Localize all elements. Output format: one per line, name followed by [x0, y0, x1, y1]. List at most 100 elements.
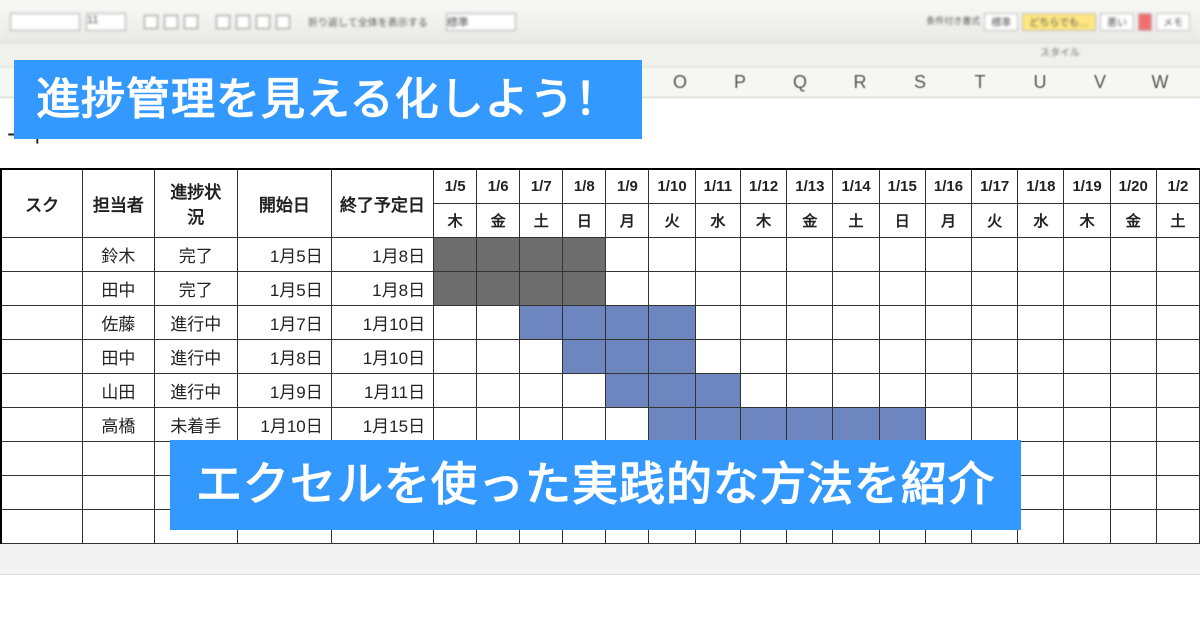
gantt-cell[interactable] — [787, 339, 833, 373]
gantt-cell[interactable] — [649, 373, 695, 407]
gantt-cell[interactable] — [1064, 407, 1110, 441]
cell-start[interactable]: 1月9日 — [237, 373, 331, 407]
gantt-cell[interactable] — [1110, 407, 1156, 441]
cell-status[interactable]: 進行中 — [154, 373, 237, 407]
gantt-cell[interactable] — [434, 339, 477, 373]
gantt-cell[interactable] — [477, 373, 520, 407]
gantt-cell[interactable] — [1064, 305, 1110, 339]
gantt-cell[interactable] — [879, 407, 925, 441]
gantt-cell[interactable] — [1018, 305, 1064, 339]
gantt-cell[interactable] — [879, 339, 925, 373]
style-chip-normal[interactable]: 標準 — [984, 13, 1018, 31]
cell-start[interactable]: 1月5日 — [237, 271, 331, 305]
gantt-cell[interactable] — [787, 271, 833, 305]
gantt-cell[interactable] — [695, 237, 740, 271]
cell-end[interactable]: 1月15日 — [331, 407, 433, 441]
font-size-box[interactable]: 11 — [86, 13, 126, 31]
gantt-cell[interactable] — [925, 305, 971, 339]
gantt-cell[interactable] — [741, 339, 787, 373]
gantt-cell[interactable] — [1064, 373, 1110, 407]
cell-status[interactable]: 完了 — [154, 271, 237, 305]
cell-owner[interactable]: 田中 — [83, 339, 154, 373]
cell-owner[interactable]: 佐藤 — [83, 305, 154, 339]
gantt-cell[interactable] — [833, 271, 879, 305]
gantt-cell[interactable] — [787, 407, 833, 441]
gantt-cell[interactable] — [1156, 373, 1199, 407]
wrap-text-label[interactable]: 折り返して全体を表示する — [308, 14, 428, 29]
cell-end[interactable]: 1月11日 — [331, 373, 433, 407]
gantt-cell[interactable] — [1156, 407, 1199, 441]
gantt-cell[interactable] — [1064, 237, 1110, 271]
gantt-cell[interactable] — [787, 237, 833, 271]
cell-owner[interactable]: 山田 — [83, 373, 154, 407]
gantt-cell[interactable] — [1110, 271, 1156, 305]
cell-end[interactable]: 1月8日 — [331, 237, 433, 271]
gantt-cell[interactable] — [833, 305, 879, 339]
gantt-cell[interactable] — [649, 339, 695, 373]
cell-start[interactable]: 1月5日 — [237, 237, 331, 271]
style-chip-bad[interactable]: 悪い — [1100, 13, 1134, 31]
cell-status[interactable]: 未着手 — [154, 407, 237, 441]
gantt-cell[interactable] — [606, 271, 649, 305]
gantt-cell[interactable] — [606, 305, 649, 339]
gantt-cell[interactable] — [520, 305, 563, 339]
gantt-cell[interactable] — [606, 373, 649, 407]
gantt-cell[interactable] — [972, 373, 1018, 407]
gantt-cell[interactable] — [520, 407, 563, 441]
gantt-cell[interactable] — [787, 305, 833, 339]
gantt-cell[interactable] — [879, 373, 925, 407]
gantt-cell[interactable] — [1064, 271, 1110, 305]
gantt-cell[interactable] — [520, 237, 563, 271]
gantt-cell[interactable] — [520, 271, 563, 305]
style-chip-neutral[interactable]: どちらでも… — [1022, 13, 1096, 31]
gantt-cell[interactable] — [1156, 339, 1199, 373]
cell-status[interactable]: 完了 — [154, 237, 237, 271]
gantt-cell[interactable] — [477, 339, 520, 373]
gantt-cell[interactable] — [1156, 271, 1199, 305]
gantt-cell[interactable] — [434, 373, 477, 407]
gantt-cell[interactable] — [925, 271, 971, 305]
cell-start[interactable]: 1月7日 — [237, 305, 331, 339]
gantt-cell[interactable] — [879, 237, 925, 271]
gantt-cell[interactable] — [1018, 237, 1064, 271]
gantt-cell[interactable] — [649, 271, 695, 305]
gantt-cell[interactable] — [925, 373, 971, 407]
cell-owner[interactable]: 鈴木 — [83, 237, 154, 271]
gantt-cell[interactable] — [606, 339, 649, 373]
style-chip-check[interactable] — [1138, 13, 1152, 31]
cell-owner[interactable]: 田中 — [83, 271, 154, 305]
gantt-cell[interactable] — [972, 237, 1018, 271]
gantt-cell[interactable] — [1018, 271, 1064, 305]
gantt-cell[interactable] — [833, 373, 879, 407]
gantt-cell[interactable] — [434, 305, 477, 339]
gantt-cell[interactable] — [972, 305, 1018, 339]
gantt-cell[interactable] — [879, 305, 925, 339]
gantt-cell[interactable] — [649, 407, 695, 441]
gantt-cell[interactable] — [1156, 237, 1199, 271]
gantt-cell[interactable] — [563, 271, 606, 305]
gantt-cell[interactable] — [1018, 339, 1064, 373]
gantt-cell[interactable] — [477, 305, 520, 339]
gantt-cell[interactable] — [695, 373, 740, 407]
gantt-cell[interactable] — [1110, 373, 1156, 407]
gantt-cell[interactable] — [972, 339, 1018, 373]
gantt-cell[interactable] — [434, 237, 477, 271]
gantt-cell[interactable] — [925, 237, 971, 271]
gantt-cell[interactable] — [1156, 305, 1199, 339]
gantt-cell[interactable] — [563, 407, 606, 441]
gantt-cell[interactable] — [879, 271, 925, 305]
gantt-cell[interactable] — [925, 407, 971, 441]
gantt-cell[interactable] — [833, 407, 879, 441]
gantt-cell[interactable] — [563, 237, 606, 271]
gantt-cell[interactable] — [972, 271, 1018, 305]
gantt-cell[interactable] — [434, 407, 477, 441]
gantt-cell[interactable] — [1064, 339, 1110, 373]
gantt-cell[interactable] — [563, 339, 606, 373]
gantt-cell[interactable] — [741, 407, 787, 441]
cell-start[interactable]: 1月8日 — [237, 339, 331, 373]
gantt-cell[interactable] — [741, 373, 787, 407]
cell-end[interactable]: 1月10日 — [331, 339, 433, 373]
gantt-cell[interactable] — [741, 237, 787, 271]
cell-status[interactable]: 進行中 — [154, 339, 237, 373]
gantt-cell[interactable] — [477, 271, 520, 305]
